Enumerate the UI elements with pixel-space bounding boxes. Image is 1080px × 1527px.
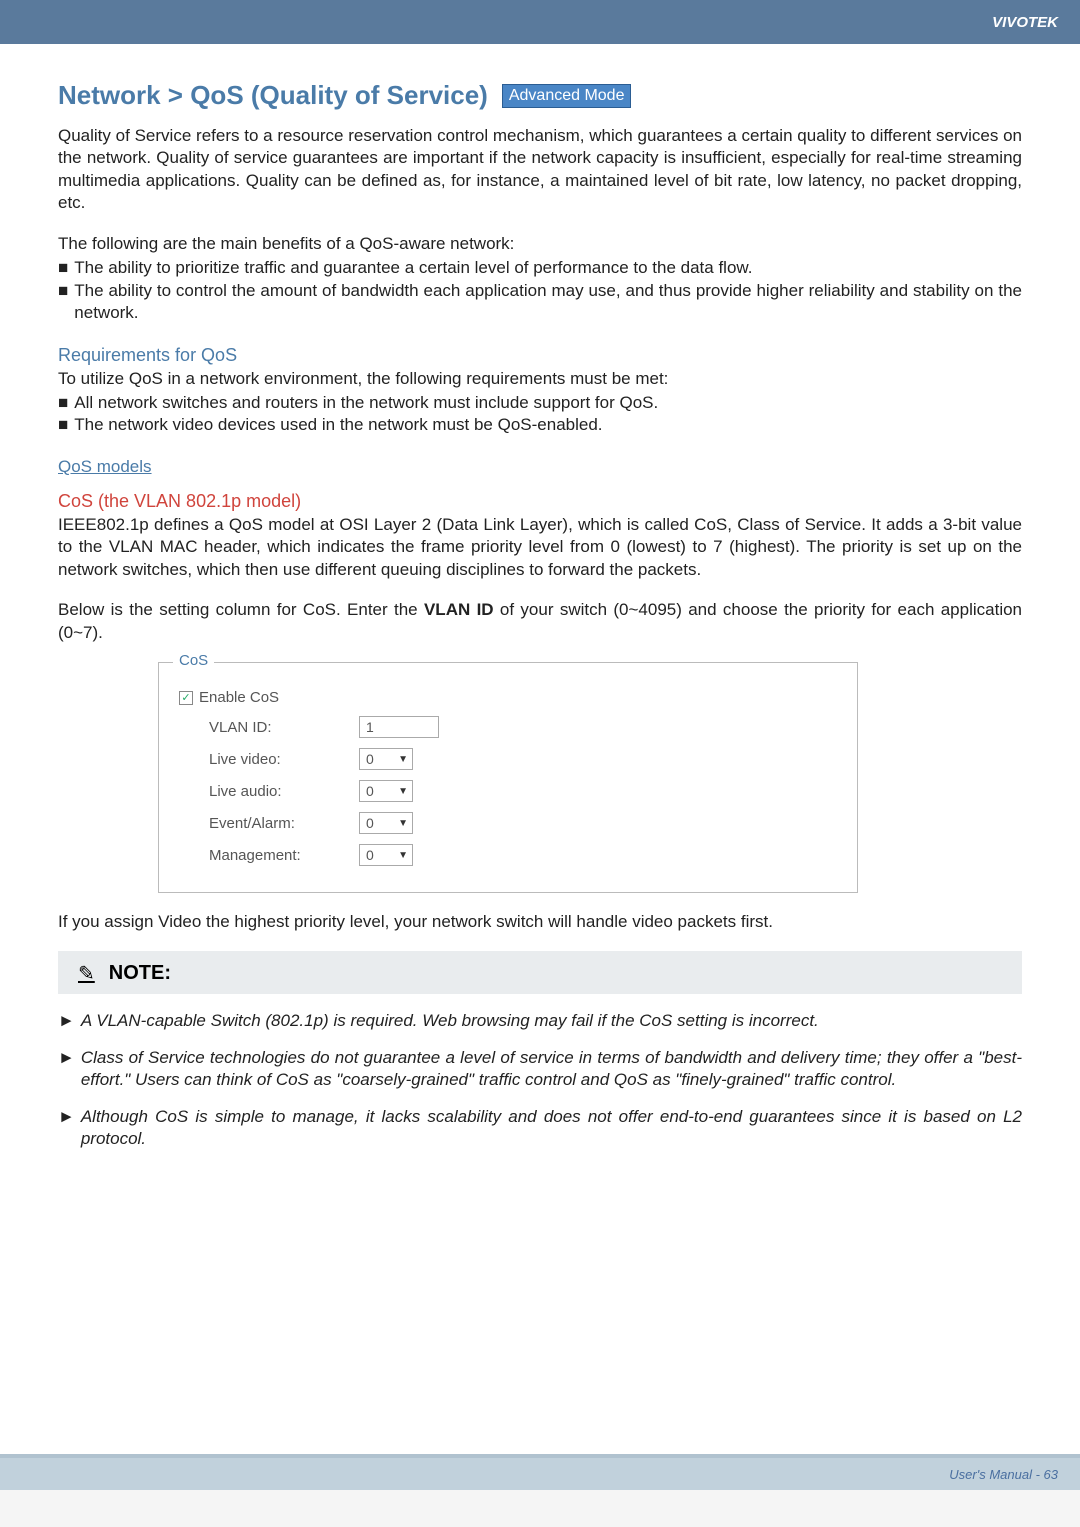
note-heading: NOTE: xyxy=(109,962,171,985)
after-cos-text: If you assign Video the highest priority… xyxy=(58,911,1022,933)
live-audio-value: 0 xyxy=(366,783,374,799)
note-text: Although CoS is simple to manage, it lac… xyxy=(81,1106,1022,1151)
event-alarm-label: Event/Alarm: xyxy=(179,815,359,832)
cos-fieldset: CoS ✓ Enable CoS VLAN ID: 1 Live video: … xyxy=(158,662,858,893)
chevron-down-icon: ▼ xyxy=(398,786,408,797)
event-alarm-select[interactable]: 0 ▼ xyxy=(359,812,413,834)
chevron-down-icon: ▼ xyxy=(398,818,408,829)
square-bullet-icon: ■ xyxy=(58,392,68,414)
intro-paragraph: Quality of Service refers to a resource … xyxy=(58,125,1022,215)
arrow-bullet-icon: ► xyxy=(58,1047,75,1092)
footer-text: User's Manual - 63 xyxy=(949,1467,1080,1482)
vlan-id-label: VLAN ID: xyxy=(179,719,359,736)
arrow-bullet-icon: ► xyxy=(58,1010,75,1032)
req-text: The network video devices used in the ne… xyxy=(74,414,1022,436)
management-label: Management: xyxy=(179,847,359,864)
event-alarm-row: Event/Alarm: 0 ▼ xyxy=(179,812,837,834)
square-bullet-icon: ■ xyxy=(58,414,68,436)
qos-models-heading: QoS models xyxy=(58,457,1022,477)
live-video-value: 0 xyxy=(366,751,374,767)
cos-heading: CoS (the VLAN 802.1p model) xyxy=(58,491,1022,512)
live-audio-row: Live audio: 0 ▼ xyxy=(179,780,837,802)
note-heading-box: ✎ NOTE: xyxy=(58,951,1022,994)
live-video-select[interactable]: 0 ▼ xyxy=(359,748,413,770)
live-video-label: Live video: xyxy=(179,751,359,768)
vlan-id-row: VLAN ID: 1 xyxy=(179,716,837,738)
requirements-list: ■ All network switches and routers in th… xyxy=(58,392,1022,437)
header-bar: VIVOTEK xyxy=(0,0,1080,44)
cos-legend: CoS xyxy=(173,652,214,669)
page-title: Network > QoS (Quality of Service) xyxy=(58,80,488,111)
event-alarm-value: 0 xyxy=(366,815,374,831)
live-audio-label: Live audio: xyxy=(179,783,359,800)
benefit-item: ■ The ability to control the amount of b… xyxy=(58,280,1022,325)
req-item: ■ All network switches and routers in th… xyxy=(58,392,1022,414)
note-item: ► Although CoS is simple to manage, it l… xyxy=(58,1106,1022,1151)
cos-settings-lead: Below is the setting column for CoS. Ent… xyxy=(58,599,1022,644)
live-audio-select[interactable]: 0 ▼ xyxy=(359,780,413,802)
note-text: A VLAN-capable Switch (802.1p) is requir… xyxy=(81,1010,1022,1032)
note-item: ► A VLAN-capable Switch (802.1p) is requ… xyxy=(58,1010,1022,1032)
requirements-heading: Requirements for QoS xyxy=(58,345,1022,366)
page-content: Network > QoS (Quality of Service) Advan… xyxy=(0,44,1080,1454)
management-value: 0 xyxy=(366,847,374,863)
req-item: ■ The network video devices used in the … xyxy=(58,414,1022,436)
cos-settings-pre: Below is the setting column for CoS. Ent… xyxy=(58,600,424,619)
header-brand: VIVOTEK xyxy=(992,0,1080,31)
management-row: Management: 0 ▼ xyxy=(179,844,837,866)
benefit-text: The ability to prioritize traffic and gu… xyxy=(74,257,1022,279)
enable-cos-label: Enable CoS xyxy=(199,689,279,706)
requirements-lead: To utilize QoS in a network environment,… xyxy=(58,368,1022,390)
square-bullet-icon: ■ xyxy=(58,280,68,325)
enable-cos-row: ✓ Enable CoS xyxy=(179,689,837,706)
pencil-icon: ✎ xyxy=(78,961,95,986)
live-video-row: Live video: 0 ▼ xyxy=(179,748,837,770)
benefit-item: ■ The ability to prioritize traffic and … xyxy=(58,257,1022,279)
arrow-bullet-icon: ► xyxy=(58,1106,75,1151)
vlan-id-bold: VLAN ID xyxy=(424,600,494,619)
note-text: Class of Service technologies do not gua… xyxy=(81,1047,1022,1092)
benefit-text: The ability to control the amount of ban… xyxy=(74,280,1022,325)
advanced-mode-badge: Advanced Mode xyxy=(502,84,632,108)
vlan-id-input[interactable]: 1 xyxy=(359,716,439,738)
req-text: All network switches and routers in the … xyxy=(74,392,1022,414)
benefits-lead: The following are the main benefits of a… xyxy=(58,233,1022,255)
chevron-down-icon: ▼ xyxy=(398,850,408,861)
benefits-list: ■ The ability to prioritize traffic and … xyxy=(58,257,1022,324)
note-item: ► Class of Service technologies do not g… xyxy=(58,1047,1022,1092)
management-select[interactable]: 0 ▼ xyxy=(359,844,413,866)
enable-cos-checkbox[interactable]: ✓ xyxy=(179,691,193,705)
footer-bar: User's Manual - 63 xyxy=(0,1454,1080,1490)
cos-paragraph: IEEE802.1p defines a QoS model at OSI La… xyxy=(58,514,1022,581)
title-line: Network > QoS (Quality of Service) Advan… xyxy=(58,80,1022,111)
chevron-down-icon: ▼ xyxy=(398,754,408,765)
square-bullet-icon: ■ xyxy=(58,257,68,279)
